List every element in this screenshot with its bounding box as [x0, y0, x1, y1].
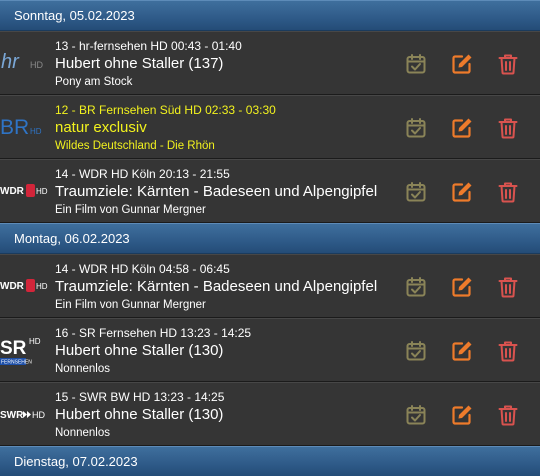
timer-button[interactable] — [404, 403, 428, 427]
recording-row[interactable]: hr HD 13 - hr-fernsehen HD 00:43 - 01:40 Hu… — [0, 31, 540, 95]
day-header: Sonntag, 05.02.2023 — [0, 0, 540, 31]
channel-logo: hr HD — [0, 42, 50, 82]
channel-logo: SR HD FERNSEHEN — [0, 329, 50, 369]
program-subtitle: Ein Film von Gunnar Mergner — [55, 204, 206, 216]
recording-row[interactable]: SWR HD 15 - SWR BW HD 13:23 - 14:25 Hubert … — [0, 382, 540, 446]
trash-icon — [498, 182, 518, 203]
program-subtitle: Nonnenlos — [55, 363, 110, 375]
edit-pencil-icon — [452, 118, 472, 138]
svg-text:HD: HD — [29, 337, 41, 346]
delete-button[interactable] — [496, 339, 520, 363]
channel-time: 14 - WDR HD Köln 04:58 - 06:45 — [55, 262, 230, 276]
day-header: Dienstag, 07.02.2023 — [0, 446, 540, 476]
channel-time: 13 - hr-fernsehen HD 00:43 - 01:40 — [55, 39, 242, 53]
svg-text:WDR: WDR — [0, 281, 25, 292]
svg-text:WDR: WDR — [0, 186, 25, 197]
wdr-hd-logo: WDR HD — [0, 184, 48, 197]
program-title: Traumziele: Kärnten - Badeseen und Alpen… — [55, 278, 378, 295]
program-title: Traumziele: Kärnten - Badeseen und Alpen… — [55, 183, 378, 200]
program-title: natur exclusiv — [55, 119, 147, 136]
svg-text:HD: HD — [36, 282, 48, 291]
day-header: Montag, 06.02.2023 — [0, 223, 540, 254]
calendar-check-icon — [406, 54, 426, 74]
recording-info: 15 - SWR BW HD 13:23 - 14:25 Hubert ohne … — [55, 389, 400, 441]
program-subtitle: Nonnenlos — [55, 427, 110, 439]
svg-text:SR: SR — [0, 338, 27, 359]
channel-time: 12 - BR Fernsehen Süd HD 02:33 - 03:30 — [55, 103, 276, 117]
timer-button[interactable] — [404, 116, 428, 140]
svg-text:BR: BR — [0, 116, 29, 139]
edit-button[interactable] — [450, 180, 474, 204]
timer-button[interactable] — [404, 52, 428, 76]
br-hd-logo: BR HD — [0, 116, 42, 139]
edit-button[interactable] — [450, 116, 474, 140]
recording-row[interactable]: SR HD FERNSEHEN 16 - SR Fernsehen HD 13:23 … — [0, 318, 540, 382]
timer-button[interactable] — [404, 339, 428, 363]
delete-button[interactable] — [496, 180, 520, 204]
program-subtitle: Pony am Stock — [55, 76, 133, 88]
channel-logo: BR HD — [0, 106, 50, 146]
recordings-list: Sonntag, 05.02.2023 hr HD 13 - hr-fernsehen… — [0, 0, 540, 476]
timer-button[interactable] — [404, 180, 428, 204]
recording-row[interactable]: BR HD 12 - BR Fernsehen Süd HD 02:33 - 03:… — [0, 95, 540, 159]
edit-button[interactable] — [450, 403, 474, 427]
trash-icon — [498, 118, 518, 139]
channel-logo: SWR HD — [0, 393, 50, 433]
channel-time: 16 - SR Fernsehen HD 13:23 - 14:25 — [55, 326, 252, 340]
delete-button[interactable] — [496, 275, 520, 299]
channel-time: 15 - SWR BW HD 13:23 - 14:25 — [55, 390, 225, 404]
edit-pencil-icon — [452, 277, 472, 297]
edit-button[interactable] — [450, 339, 474, 363]
edit-button[interactable] — [450, 52, 474, 76]
trash-icon — [498, 277, 518, 298]
program-subtitle: Ein Film von Gunnar Mergner — [55, 299, 206, 311]
svg-text:hr: hr — [1, 51, 20, 73]
delete-button[interactable] — [496, 116, 520, 140]
channel-time: 14 - WDR HD Köln 20:13 - 21:55 — [55, 167, 230, 181]
calendar-check-icon — [406, 341, 426, 361]
channel-logo: WDR HD — [0, 170, 50, 210]
trash-icon — [498, 405, 518, 426]
calendar-check-icon — [406, 182, 426, 202]
edit-pencil-icon — [452, 182, 472, 202]
svg-text:SWR: SWR — [0, 410, 24, 421]
svg-text:FERNSEHEN: FERNSEHEN — [1, 360, 32, 366]
recording-info: 14 - WDR HD Köln 20:13 - 21:55 Traumziele… — [55, 166, 400, 218]
calendar-check-icon — [406, 405, 426, 425]
timer-button[interactable] — [404, 275, 428, 299]
delete-button[interactable] — [496, 403, 520, 427]
edit-pencil-icon — [452, 341, 472, 361]
edit-pencil-icon — [452, 54, 472, 74]
calendar-check-icon — [406, 118, 426, 138]
sr-hd-logo: SR HD FERNSEHEN — [0, 337, 41, 366]
recording-row[interactable]: WDR HD 14 - WDR HD Köln 04:58 - 06:45 Traum… — [0, 254, 540, 318]
recording-row[interactable]: WDR HD 14 - WDR HD Köln 20:13 - 21:55 Traum… — [0, 159, 540, 223]
svg-text:HD: HD — [30, 60, 43, 70]
trash-icon — [498, 54, 518, 75]
program-title: Hubert ohne Staller (137) — [55, 55, 224, 72]
delete-button[interactable] — [496, 52, 520, 76]
program-title: Hubert ohne Staller (130) — [55, 406, 224, 423]
edit-button[interactable] — [450, 275, 474, 299]
program-subtitle: Wildes Deutschland - Die Rhön — [55, 140, 215, 152]
svg-text:HD: HD — [30, 127, 42, 136]
svg-text:HD: HD — [36, 187, 48, 196]
hr-hd-logo: hr HD — [1, 51, 43, 73]
recording-info: 16 - SR Fernsehen HD 13:23 - 14:25 Hubert… — [55, 325, 400, 377]
recording-info: 12 - BR Fernsehen Süd HD 02:33 - 03:30 na… — [55, 102, 400, 154]
channel-logo: WDR HD — [0, 265, 50, 305]
swr-hd-logo: SWR HD — [0, 410, 45, 421]
wdr-hd-logo: WDR HD — [0, 279, 48, 292]
recording-info: 13 - hr-fernsehen HD 00:43 - 01:40 Hubert… — [55, 38, 400, 90]
recording-info: 14 - WDR HD Köln 04:58 - 06:45 Traumziele… — [55, 261, 400, 313]
trash-icon — [498, 341, 518, 362]
program-title: Hubert ohne Staller (130) — [55, 342, 224, 359]
edit-pencil-icon — [452, 405, 472, 425]
svg-text:HD: HD — [32, 410, 45, 420]
calendar-check-icon — [406, 277, 426, 297]
